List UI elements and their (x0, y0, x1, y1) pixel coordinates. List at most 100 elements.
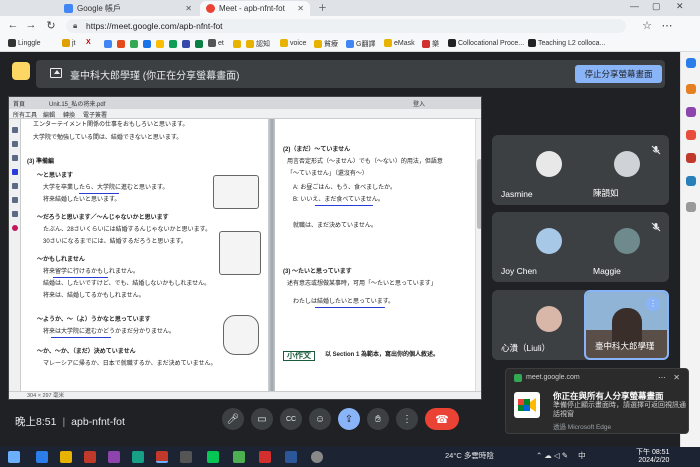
bookmark-x[interactable]: X (86, 39, 91, 46)
tab-google-account[interactable]: Google 帳戶 ✕ (58, 1, 198, 16)
more-button[interactable]: ⋮ (396, 408, 418, 430)
folder-icon (280, 39, 288, 47)
pdf-menu-item[interactable]: 轉換 (63, 110, 75, 119)
bookmark-linggle[interactable]: Linggle (8, 39, 41, 47)
pdf-menu-item[interactable]: 電子簽署 (83, 110, 107, 119)
back-icon[interactable]: ← (6, 19, 20, 31)
emoji-button[interactable]: ☺ (309, 408, 331, 430)
app-icon[interactable] (84, 451, 96, 463)
avatar (614, 228, 640, 254)
bookmark-icon[interactable] (169, 40, 177, 48)
pdf-home-label[interactable]: 首頁 (13, 99, 25, 108)
tab-meet[interactable]: Meet - apb-nfnt-fot ✕ (200, 1, 310, 16)
bookmark-et[interactable]: et (208, 39, 224, 47)
new-tab-icon[interactable]: ＋ (318, 1, 327, 14)
line-icon[interactable] (207, 451, 219, 463)
word-icon[interactable] (285, 451, 297, 463)
draw-tool-icon[interactable] (12, 169, 18, 175)
pdf-menu-item[interactable]: 編輯 (43, 110, 55, 119)
pdf-scroll-thumb[interactable] (477, 159, 481, 229)
participant-tile-maggie[interactable]: Maggie (584, 212, 669, 282)
office-icon[interactable] (686, 153, 696, 163)
bookmark-renzhi[interactable]: 認知 (246, 39, 270, 49)
raise-hand-button[interactable]: ✋︎ (367, 408, 389, 430)
favorites-icon[interactable]: ☆ (640, 19, 654, 32)
pdf-scrollbar[interactable] (475, 119, 481, 391)
bookmark-teaching[interactable]: Teaching L2 colloca... (528, 39, 605, 47)
search-icon[interactable] (686, 58, 696, 68)
bookmark-jt[interactable]: jt (62, 39, 76, 47)
hangup-button[interactable]: ☎︎ (425, 408, 459, 430)
participant-tile-chen-yunru[interactable]: 陳韻如 (584, 135, 669, 205)
add-icon[interactable] (686, 202, 696, 212)
menu-icon[interactable]: ⋯ (660, 19, 674, 32)
tray-icons[interactable]: ⌃ ☁ ◁ ✎ (536, 451, 568, 460)
bookmark-icon[interactable] (117, 40, 125, 48)
clock[interactable]: 下午 08:51 2024/2/20 (636, 449, 669, 465)
cursor-tool-icon[interactable] (12, 127, 18, 133)
pdf-sign-in[interactable]: 登入 (413, 99, 425, 108)
close-tab-icon[interactable]: ✕ (185, 4, 192, 13)
captions-button[interactable]: CC (280, 408, 302, 430)
pen-tool-icon[interactable] (12, 155, 18, 161)
tools-icon[interactable] (686, 107, 696, 117)
shopping-icon[interactable] (686, 84, 696, 94)
close-window-icon[interactable]: ✕ (676, 1, 684, 12)
bookmark-icon[interactable] (104, 40, 112, 48)
app-icon[interactable] (180, 451, 192, 463)
file-explorer-icon[interactable] (60, 451, 72, 463)
ime-indicator[interactable]: 中 (578, 451, 586, 460)
mic-button[interactable]: 🎤︎ (222, 408, 244, 430)
pdf-text-line: 「～ていません」（還沒有～） (287, 171, 368, 177)
pdf-file-tab[interactable]: Unit.15_私の将来.pdf (49, 99, 105, 108)
bookmark-collocational[interactable]: Collocational Proce... (448, 39, 524, 47)
participant-tile-self[interactable]: ⋮ 臺中科大郎學瑾 (584, 290, 669, 360)
annotation-underline (315, 307, 385, 308)
bookmark-emask[interactable]: eMask (384, 39, 415, 47)
present-button[interactable]: ⇪ (338, 408, 360, 430)
forward-icon[interactable]: → (24, 19, 38, 31)
app-icon[interactable] (108, 451, 120, 463)
close-tab-icon[interactable]: ✕ (297, 4, 304, 13)
start-icon[interactable] (8, 451, 20, 463)
sign-tool-icon[interactable] (12, 197, 18, 203)
maximize-icon[interactable]: ▢ (652, 1, 661, 12)
comment-tool-icon[interactable] (12, 141, 18, 147)
minimize-icon[interactable]: — (630, 1, 639, 11)
chrome-icon[interactable] (233, 451, 245, 463)
media-icon[interactable] (311, 451, 323, 463)
edge-icon[interactable] (36, 451, 48, 463)
folder-icon[interactable] (233, 40, 241, 48)
url-bar[interactable]: 🔒︎ https://meet.google.com/apb-nfnt-fot (66, 19, 626, 33)
bookmark-icon[interactable] (182, 40, 190, 48)
more-icon[interactable]: ⋯ (658, 373, 666, 382)
acrobat-icon[interactable] (156, 451, 168, 463)
outlook-icon[interactable] (686, 176, 696, 186)
color-tool-icon[interactable] (12, 225, 18, 231)
recording-dot-icon (206, 4, 215, 13)
bookmark-icon[interactable] (130, 40, 138, 48)
bookmark-icon[interactable] (156, 40, 164, 48)
pdf-text-line: エンターテイメント関係の仕事をおもしろいと思います。 (33, 122, 189, 128)
games-icon[interactable] (686, 130, 696, 140)
text-tool-icon[interactable] (12, 183, 18, 189)
bookmark-pinliao[interactable]: 貧療 (314, 39, 338, 49)
stop-share-button[interactable]: 停止分享螢幕畫面 (575, 65, 662, 83)
more-options-icon[interactable]: ⋮ (646, 297, 660, 311)
bookmark-voice[interactable]: voice (280, 39, 306, 47)
reload-icon[interactable]: ↻ (44, 19, 58, 32)
bookmark-gtranslate[interactable]: G翻譯 (346, 39, 375, 49)
weather-text[interactable]: 24°C 多雲時陰 (445, 451, 494, 460)
bookmark-icon[interactable] (143, 40, 151, 48)
bookmark-le[interactable]: 樂 (422, 39, 439, 49)
close-icon[interactable]: ✕ (673, 373, 680, 382)
pdf-menu-item[interactable]: 所有工具 (13, 110, 37, 119)
bookmark-label: Collocational Proce... (458, 39, 525, 47)
participant-name: 臺中科大郎學瑾 (595, 341, 655, 351)
pdf-icon[interactable] (259, 451, 271, 463)
camera-button[interactable]: ▭ (251, 408, 273, 430)
meeting-time: 晚上8:51 (15, 416, 57, 428)
eraser-tool-icon[interactable] (12, 211, 18, 217)
bookmark-icon[interactable] (195, 40, 203, 48)
app-icon[interactable] (132, 451, 144, 463)
